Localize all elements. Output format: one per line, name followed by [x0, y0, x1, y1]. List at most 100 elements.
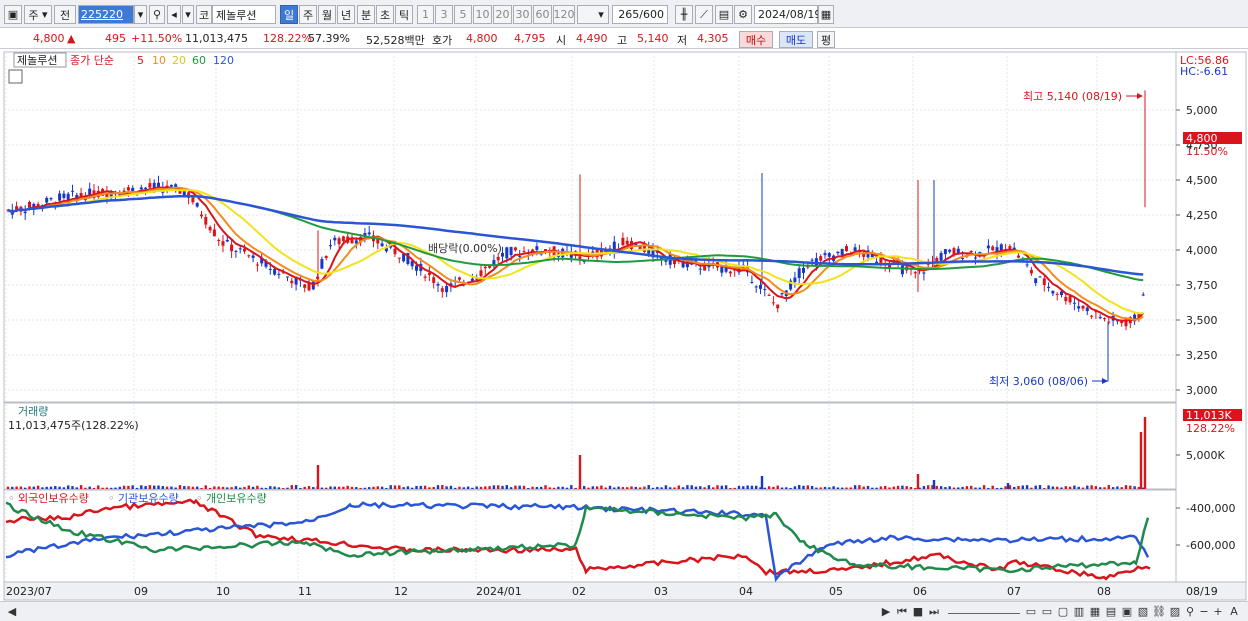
link-icon[interactable]: ⛓ — [1152, 604, 1166, 619]
buy-button[interactable]: 매수 — [739, 31, 773, 48]
volume-bar — [982, 485, 986, 489]
prev-button[interactable]: 전 — [54, 5, 76, 24]
stock-name-field[interactable]: 제놀루션 — [212, 5, 276, 24]
search-icon[interactable]: ⚲ — [149, 5, 165, 24]
volume-bar — [608, 485, 612, 489]
rewind-icon[interactable]: ⏮ — [895, 604, 909, 619]
gear-icon[interactable]: ⚙ — [734, 5, 752, 24]
volume-bar — [24, 487, 27, 489]
candle-body — [445, 286, 449, 293]
type-select[interactable]: 주 ▾ — [24, 5, 52, 24]
candle-body — [1064, 296, 1068, 302]
chart-area[interactable]: 제놀루션 종가 단순 5 10 20 60 120 LC:56.86 HC:-6… — [0, 50, 1248, 602]
stop-icon[interactable]: ■ — [911, 604, 925, 619]
layout-icon-1[interactable]: ▭ — [1024, 604, 1038, 619]
volume-bar — [462, 487, 465, 489]
period-year-button[interactable]: 년 — [337, 5, 355, 24]
code-dropdown-icon[interactable]: ▾ — [134, 5, 147, 24]
sell-button[interactable]: 매도 — [779, 31, 813, 48]
layout-icon-6[interactable]: ▤ — [1104, 604, 1118, 619]
volume-bar — [815, 487, 818, 489]
line-tool-icon[interactable]: ⟋ — [695, 5, 713, 24]
table-grid-icon[interactable] — [8, 69, 23, 84]
zoom-out-icon[interactable]: − — [1198, 604, 1210, 619]
scroll-left-icon[interactable]: ◀ — [6, 604, 18, 619]
interval-10-button[interactable]: 10 — [473, 5, 492, 24]
candle-body — [200, 214, 203, 217]
interval-dropdown[interactable]: ▾ — [577, 5, 609, 24]
candle-body — [780, 293, 784, 295]
layout-icon-7[interactable]: ▣ — [1120, 604, 1134, 619]
period-day-button[interactable]: 일 — [280, 5, 298, 24]
zoom-slider[interactable] — [948, 604, 1020, 614]
x-axis-label: 08 — [1097, 585, 1111, 598]
volume-bar — [423, 485, 427, 489]
fast-forward-icon[interactable]: ⏭ — [927, 604, 941, 619]
interval-3-button[interactable]: 3 — [435, 5, 453, 24]
volume-bar — [488, 486, 491, 489]
volume-bar — [398, 485, 401, 489]
volume-bar — [475, 486, 478, 489]
period-tick-button[interactable]: 틱 — [395, 5, 413, 24]
interval-120-button[interactable]: 120 — [553, 5, 575, 24]
volume-bar — [1081, 487, 1085, 489]
volume-bar — [11, 486, 14, 489]
price-panel-frame — [3, 51, 1177, 403]
volume-bar — [798, 485, 801, 489]
candle-body — [1090, 315, 1094, 317]
zoom-search-icon[interactable]: ⚲ — [1184, 604, 1196, 619]
layout-icon-5[interactable]: ▦ — [1088, 604, 1102, 619]
volume-bar — [746, 485, 749, 489]
bottom-scrollbar[interactable]: ◀ ▶ ⏮ ■ ⏭ ▭ ▭ ▢ ▥ ▦ ▤ ▣ ▧ ⛓ ▨ ⚲ − + A — [0, 601, 1248, 621]
candle-body — [208, 226, 212, 231]
period-second-button[interactable]: 초 — [376, 5, 394, 24]
period-minute-button[interactable]: 분 — [357, 5, 375, 24]
volume-bar — [944, 487, 947, 489]
volume-bar — [853, 485, 857, 489]
volume-bar — [613, 487, 616, 489]
stock-chart[interactable]: 제놀루션 종가 단순 5 10 20 60 120 LC:56.86 HC:-6… — [0, 50, 1248, 602]
period-month-button[interactable]: 월 — [318, 5, 336, 24]
legend-ma-5: 5 — [137, 54, 144, 67]
interval-5-button[interactable]: 5 — [454, 5, 472, 24]
font-size-icon[interactable]: A — [1228, 604, 1240, 619]
speaker-icon[interactable]: ◂ — [167, 5, 181, 24]
date-field[interactable]: 2024/08/19 — [754, 5, 821, 24]
volume-bar — [643, 486, 646, 489]
candle-body — [1072, 302, 1076, 304]
interval-60-button[interactable]: 60 — [533, 5, 552, 24]
volume-bar — [226, 487, 229, 489]
candle-body — [238, 248, 242, 250]
interval-20-button[interactable]: 20 — [493, 5, 512, 24]
candle-type-icon[interactable]: ╫ — [675, 5, 693, 24]
scroll-right-icon[interactable]: ▶ — [880, 604, 892, 619]
period-week-button[interactable]: 주 — [299, 5, 317, 24]
layout-icon-4[interactable]: ▥ — [1072, 604, 1086, 619]
layout-icon-3[interactable]: ▢ — [1056, 604, 1070, 619]
interval-120-label: 120 — [553, 8, 575, 21]
eval-button[interactable]: 평 — [817, 31, 835, 48]
count-field[interactable]: 265/600 — [612, 5, 668, 24]
volume-bar — [712, 487, 715, 489]
volume-bar — [729, 487, 732, 489]
volume-bar — [518, 485, 521, 489]
interval-1-button[interactable]: 1 — [417, 5, 434, 24]
candle-body — [273, 269, 277, 275]
volume-bar — [690, 485, 693, 489]
candle-body — [483, 266, 487, 269]
volume-bar — [952, 487, 956, 489]
save-layout-icon[interactable]: ▨ — [1168, 604, 1182, 619]
candle-body — [1060, 291, 1063, 296]
layout-icon-8[interactable]: ▧ — [1136, 604, 1150, 619]
zoom-in-icon[interactable]: + — [1212, 604, 1224, 619]
save-icon[interactable]: ▤ — [715, 5, 733, 24]
interval-30-button[interactable]: 30 — [513, 5, 532, 24]
calendar-icon[interactable]: ▦ — [818, 5, 834, 24]
stock-code-input[interactable]: 225220 — [78, 5, 134, 24]
layout-icon-2[interactable]: ▭ — [1040, 604, 1054, 619]
volume-bar — [828, 487, 831, 489]
volume-bar — [531, 486, 534, 489]
menu-dropdown-icon[interactable]: ▾ — [182, 5, 194, 24]
candle-body — [144, 187, 148, 189]
window-icon[interactable]: ▣ — [4, 5, 22, 24]
